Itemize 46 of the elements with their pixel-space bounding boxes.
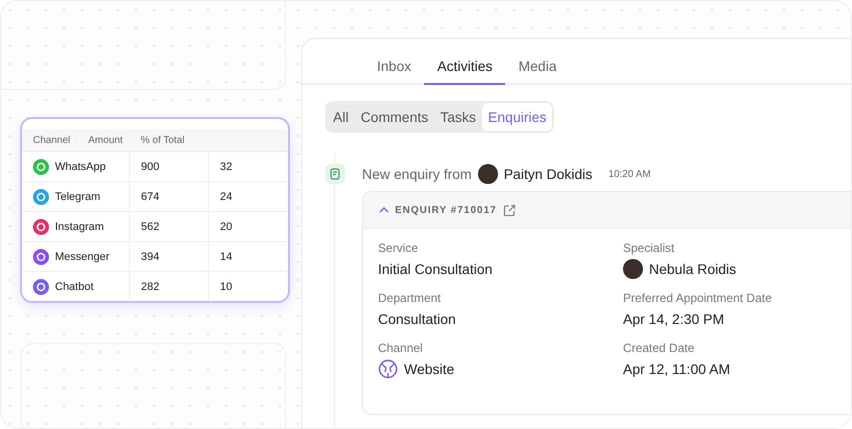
activity-time: 10:20 AM xyxy=(608,168,651,180)
field-label: Preferred Appointment Date xyxy=(623,291,773,305)
enquiry-title: ENQUIRY #710017 xyxy=(395,204,497,216)
table-cell: 10 xyxy=(208,272,288,301)
filter-tab[interactable]: Comments xyxy=(354,103,434,131)
tab[interactable]: Activities xyxy=(424,58,506,85)
table-cell: Chatbot xyxy=(55,280,94,292)
table-cell: Telegram xyxy=(55,190,100,202)
filter-tab[interactable]: Enquiries xyxy=(482,103,552,131)
field-value: Initial Consultation xyxy=(378,261,492,277)
field-value: Nebula Roidis xyxy=(649,261,736,277)
field-label: Specialist xyxy=(623,241,676,255)
column-header: Channel xyxy=(32,134,70,146)
table-cell: 674 xyxy=(129,182,208,211)
column-header: Amount xyxy=(76,134,123,146)
field-label: Department xyxy=(378,291,442,305)
activity-text: New enquiry from xyxy=(362,166,472,182)
column-header: % of Total xyxy=(128,134,184,146)
avatar xyxy=(478,164,498,184)
external-link-icon[interactable] xyxy=(502,204,516,216)
field-label: Service xyxy=(378,241,420,255)
field-value: Consultation xyxy=(378,311,456,327)
tab[interactable]: Media xyxy=(505,58,570,85)
table-cell: 24 xyxy=(208,182,288,211)
tab[interactable]: Inbox xyxy=(364,58,424,85)
avatar xyxy=(623,259,643,279)
filter-tab[interactable]: All xyxy=(327,103,355,131)
table-cell: 282 xyxy=(129,272,208,301)
globe-icon xyxy=(378,359,398,379)
table-cell: 394 xyxy=(129,242,208,271)
table-cell: 20 xyxy=(208,212,288,241)
table-cell: 32 xyxy=(208,152,288,181)
field-value: Website xyxy=(404,361,454,377)
field-value: Apr 12, 11:00 AM xyxy=(623,361,730,377)
table-cell: WhatsApp xyxy=(55,160,106,172)
table-cell: 900 xyxy=(129,152,208,181)
table-cell: 14 xyxy=(208,242,288,271)
chevron-icon[interactable] xyxy=(379,206,389,214)
table-cell: Messenger xyxy=(55,250,110,262)
field-label: Created Date xyxy=(623,341,696,355)
field-label: Channel xyxy=(378,341,424,355)
field-value: Apr 14, 2:30 PM xyxy=(623,311,724,327)
person-name: Paityn Dokidis xyxy=(504,166,592,182)
table-cell: 562 xyxy=(129,212,208,241)
table-cell: Instagram xyxy=(55,220,104,232)
filter-tab[interactable]: Tasks xyxy=(434,103,482,131)
